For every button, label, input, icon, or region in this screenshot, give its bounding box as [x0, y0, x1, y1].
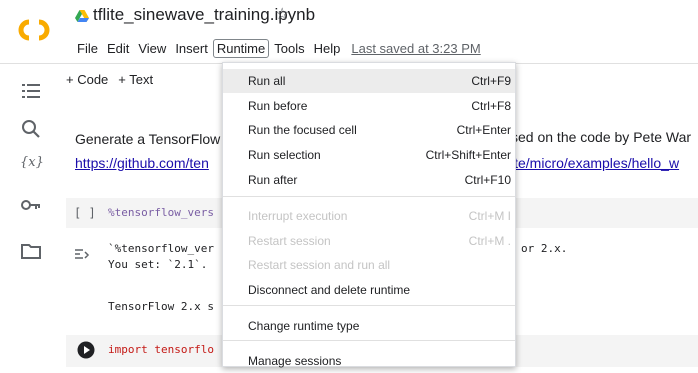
output-icon[interactable]: [74, 247, 90, 261]
menu-item-label: Run all: [248, 74, 286, 88]
code-line: import tensorflo: [108, 343, 214, 356]
menu-item-label: Run the focused cell: [248, 123, 357, 137]
menu-insert[interactable]: Insert: [171, 39, 212, 58]
menu-item-restart-session[interactable]: Restart session Ctrl+M .: [223, 229, 515, 253]
menu-edit[interactable]: Edit: [103, 39, 133, 58]
last-saved-link[interactable]: Last saved at 3:23 PM: [351, 41, 480, 56]
menu-item-run-all[interactable]: Run all Ctrl+F9: [223, 69, 515, 93]
search-icon[interactable]: [20, 118, 42, 140]
menu-item-label: Interrupt execution: [248, 209, 348, 223]
colab-logo[interactable]: [16, 18, 52, 42]
menu-item-label: Restart session: [248, 234, 331, 248]
run-cell-button[interactable]: [77, 341, 95, 359]
menu-tools[interactable]: Tools: [270, 39, 308, 58]
menu-file[interactable]: File: [73, 39, 102, 58]
output-line: You set: `2.1`.: [108, 258, 208, 271]
text-cell-line-right: sed on the code by Pete War: [511, 129, 692, 145]
runtime-menu: Run all Ctrl+F9 Run before Ctrl+F8 Run the…: [222, 62, 516, 368]
cell-run-bracket[interactable]: [ ]: [74, 206, 96, 220]
menu-item-shortcut: Ctrl+F10: [464, 173, 511, 187]
menu-item-restart-and-run-all[interactable]: Restart session and run all: [223, 253, 515, 277]
menu-separator: [223, 340, 515, 341]
output-line: TensorFlow 2.x s: [108, 300, 214, 313]
menu-item-run-after[interactable]: Run after Ctrl+F10: [223, 168, 515, 192]
menu-item-disconnect-runtime[interactable]: Disconnect and delete runtime: [223, 278, 515, 302]
menu-item-manage-sessions[interactable]: Manage sessions: [223, 349, 515, 373]
menu-item-label: Restart session and run all: [248, 258, 391, 272]
menu-item-shortcut: Ctrl+Shift+Enter: [425, 148, 511, 162]
menu-item-label: Disconnect and delete runtime: [248, 283, 411, 297]
menu-item-label: Run after: [248, 173, 298, 187]
menu-separator: [223, 305, 515, 306]
output-line-right: or 2.x.: [521, 242, 568, 255]
star-icon[interactable]: ☆: [275, 4, 289, 24]
menu-item-shortcut: Ctrl+M I: [468, 209, 511, 223]
menu-runtime[interactable]: Runtime: [212, 38, 270, 58]
menu-view[interactable]: View: [134, 39, 170, 58]
menu-item-shortcut: Ctrl+M .: [468, 234, 511, 248]
menu-item-label: Run before: [248, 99, 308, 113]
variables-icon[interactable]: {x}: [20, 155, 44, 177]
menu-item-change-runtime-type[interactable]: Change runtime type: [223, 314, 515, 338]
menu-item-shortcut: Ctrl+F8: [471, 99, 511, 113]
menu-item-run-selection[interactable]: Run selection Ctrl+Shift+Enter: [223, 143, 515, 167]
menu-separator: [223, 196, 515, 197]
menu-item-run-before[interactable]: Run before Ctrl+F8: [223, 94, 515, 118]
output-line: `%tensorflow_ver: [108, 242, 214, 255]
drive-icon: [75, 10, 89, 22]
menu-item-shortcut: Ctrl+F9: [471, 74, 511, 88]
secrets-key-icon[interactable]: [20, 194, 42, 216]
code-text: import tensorflo: [108, 343, 214, 356]
code-line: %tensorflow_vers: [108, 206, 214, 219]
add-code-button[interactable]: + Code: [66, 72, 108, 87]
github-link[interactable]: https://github.com/ten: [75, 155, 209, 171]
menu-bar: File Edit View Insert Runtime Tools Help…: [73, 37, 481, 59]
code-text: %tensorflow_vers: [108, 206, 214, 219]
menu-help[interactable]: Help: [310, 39, 345, 58]
notebook-toolbar: + Code + Text: [66, 72, 163, 87]
table-of-contents-icon[interactable]: [20, 80, 42, 102]
menu-item-interrupt-execution[interactable]: Interrupt execution Ctrl+M I: [223, 204, 515, 228]
files-folder-icon[interactable]: [20, 240, 42, 262]
github-link-right[interactable]: ite/micro/examples/hello_w: [511, 155, 679, 171]
menu-item-run-focused-cell[interactable]: Run the focused cell Ctrl+Enter: [223, 118, 515, 142]
menu-item-label: Manage sessions: [248, 354, 342, 368]
menu-item-shortcut: Ctrl+Enter: [456, 123, 511, 137]
menu-item-label: Run selection: [248, 148, 321, 162]
menu-item-label: Change runtime type: [248, 319, 360, 333]
text-cell-line: Generate a TensorFlow: [75, 131, 221, 147]
add-text-button[interactable]: + Text: [118, 72, 153, 87]
